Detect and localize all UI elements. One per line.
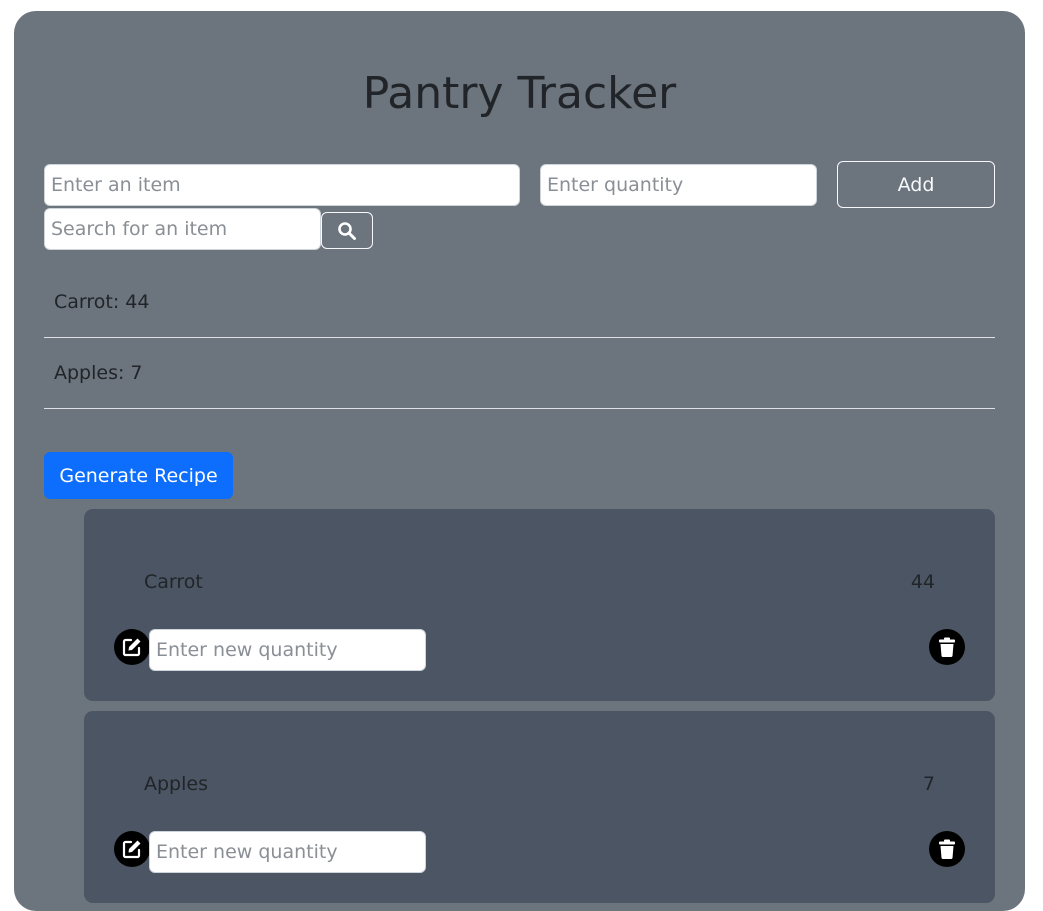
edit-icon (122, 638, 141, 657)
quantity-input[interactable] (540, 164, 817, 206)
add-button[interactable]: Add (837, 161, 995, 208)
pantry-item-card: Apples 7 (84, 711, 995, 903)
page-title: Pantry Tracker (362, 68, 677, 120)
edit-button[interactable] (114, 831, 150, 867)
search-icon (338, 221, 356, 240)
generate-recipe-button[interactable]: Generate Recipe (44, 452, 233, 499)
list-item: Apples: 7 (44, 338, 995, 409)
trash-icon (939, 637, 955, 658)
new-quantity-input[interactable] (149, 629, 426, 671)
new-quantity-input[interactable] (149, 831, 426, 873)
pantry-tracker-panel: Pantry Tracker Add Carrot: 44 Apples: 7 … (14, 11, 1025, 911)
search-input[interactable] (44, 208, 321, 250)
item-name-input[interactable] (44, 164, 520, 206)
item-quantity: 44 (910, 571, 935, 593)
edit-button[interactable] (114, 629, 150, 665)
delete-button[interactable] (929, 831, 965, 867)
item-quantity: 7 (922, 773, 935, 795)
inventory-summary-list: Carrot: 44 Apples: 7 (44, 267, 995, 409)
item-name: Carrot (144, 571, 203, 593)
pantry-item-card: Carrot 44 (84, 509, 995, 701)
trash-icon (939, 839, 955, 860)
item-name: Apples (144, 773, 208, 795)
search-button[interactable] (321, 212, 373, 249)
delete-button[interactable] (929, 629, 965, 665)
list-item: Carrot: 44 (44, 267, 995, 338)
edit-icon (122, 840, 141, 859)
